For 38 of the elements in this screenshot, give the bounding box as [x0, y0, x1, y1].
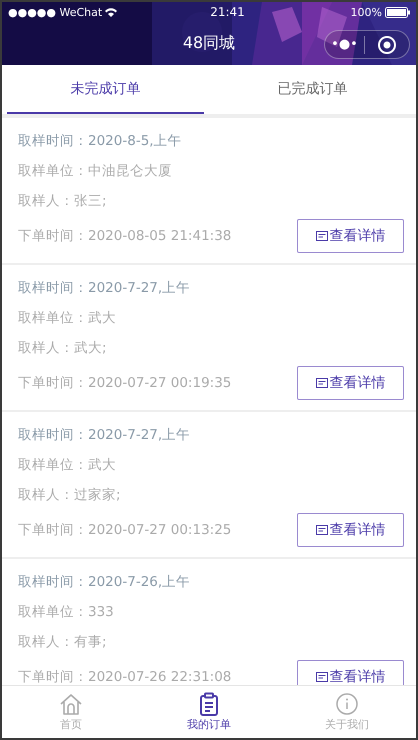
- tab[interactable]: 未完成订单: [7, 65, 204, 114]
- more-button[interactable]: •●•: [325, 37, 364, 52]
- details-button[interactable]: 查看详情: [297, 219, 404, 253]
- card-icon: [316, 525, 328, 535]
- details-button[interactable]: 查看详情: [297, 366, 404, 400]
- tab-bar-item[interactable]: 我的订单: [140, 686, 278, 738]
- sample-unit: 取样单位：中油昆仑大厦: [18, 162, 173, 181]
- details-button[interactable]: 查看详情: [297, 660, 404, 685]
- order-time: 下单时间：2020-07-27 00:13:25: [18, 521, 232, 540]
- card-icon: [316, 378, 328, 388]
- card-icon: [316, 231, 328, 241]
- sample-time: 取样时间：2020-7-26,上午: [18, 573, 192, 592]
- wifi-icon: [105, 8, 118, 16]
- sampler-name: 取样人：张三;: [18, 192, 108, 211]
- sampler-name: 取样人：过家家;: [18, 486, 122, 505]
- order-time: 下单时间：2020-08-05 21:41:38: [18, 227, 232, 246]
- sample-time: 取样时间：2020-8-5,上午: [18, 132, 183, 151]
- battery-icon: [385, 6, 410, 18]
- card-icon: [316, 672, 328, 682]
- order-time: 下单时间：2020-07-27 00:19:35: [18, 374, 232, 393]
- order-time: 下单时间：2020-07-26 22:31:08: [18, 668, 232, 685]
- info-icon: [335, 692, 359, 716]
- sample-time: 取样时间：2020-7-27,上午: [18, 279, 192, 298]
- details-button[interactable]: 查看详情: [297, 513, 404, 547]
- sample-time: 取样时间：2020-7-27,上午: [18, 426, 192, 445]
- sampler-name: 取样人：武大;: [18, 339, 108, 358]
- page-title: 48同城: [182, 33, 236, 54]
- sample-unit: 取样单位：武大: [18, 456, 117, 475]
- tab[interactable]: 已完成订单: [214, 65, 411, 114]
- carrier-label: ●●●●● WeChat: [8, 6, 102, 18]
- battery-percent: 100%: [350, 6, 382, 18]
- clock-time: 21:41: [210, 5, 246, 19]
- clipboard-icon: [197, 692, 221, 716]
- sample-unit: 取样单位：武大: [18, 309, 117, 328]
- sampler-name: 取样人：有事;: [18, 633, 108, 652]
- sample-unit: 取样单位：333: [18, 603, 115, 622]
- close-icon[interactable]: [377, 34, 397, 54]
- home-icon: [59, 692, 83, 716]
